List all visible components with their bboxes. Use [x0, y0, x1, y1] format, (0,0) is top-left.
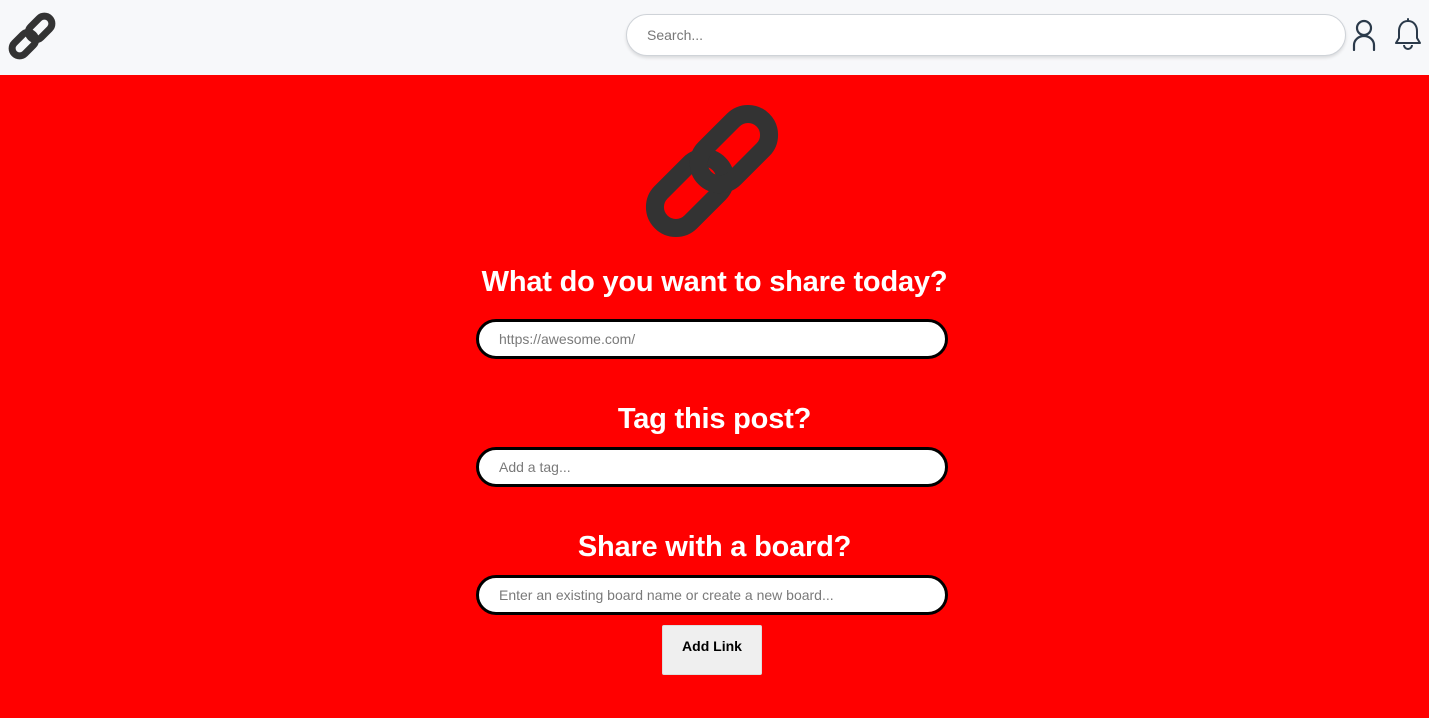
tag-field[interactable]: [476, 447, 948, 487]
search-bar[interactable]: [626, 14, 1346, 56]
tag-heading: Tag this post?: [617, 403, 812, 435]
board-field[interactable]: [476, 575, 948, 615]
board-heading: Share with a board?: [577, 531, 852, 563]
url-input[interactable]: [479, 322, 945, 356]
tag-input[interactable]: [479, 450, 945, 484]
url-field[interactable]: [476, 319, 948, 359]
link-icon[interactable]: [6, 10, 58, 62]
url-heading: What do you want to share today?: [481, 266, 948, 298]
add-link-button[interactable]: Add Link: [662, 625, 762, 675]
link-icon: [634, 95, 790, 247]
board-input[interactable]: [479, 578, 945, 612]
bell-icon[interactable]: [1393, 18, 1423, 51]
top-navigation-bar: [0, 0, 1429, 75]
share-link-panel: What do you want to share today? Tag thi…: [0, 75, 1429, 718]
user-icon[interactable]: [1350, 19, 1378, 52]
search-input[interactable]: [627, 15, 1345, 55]
